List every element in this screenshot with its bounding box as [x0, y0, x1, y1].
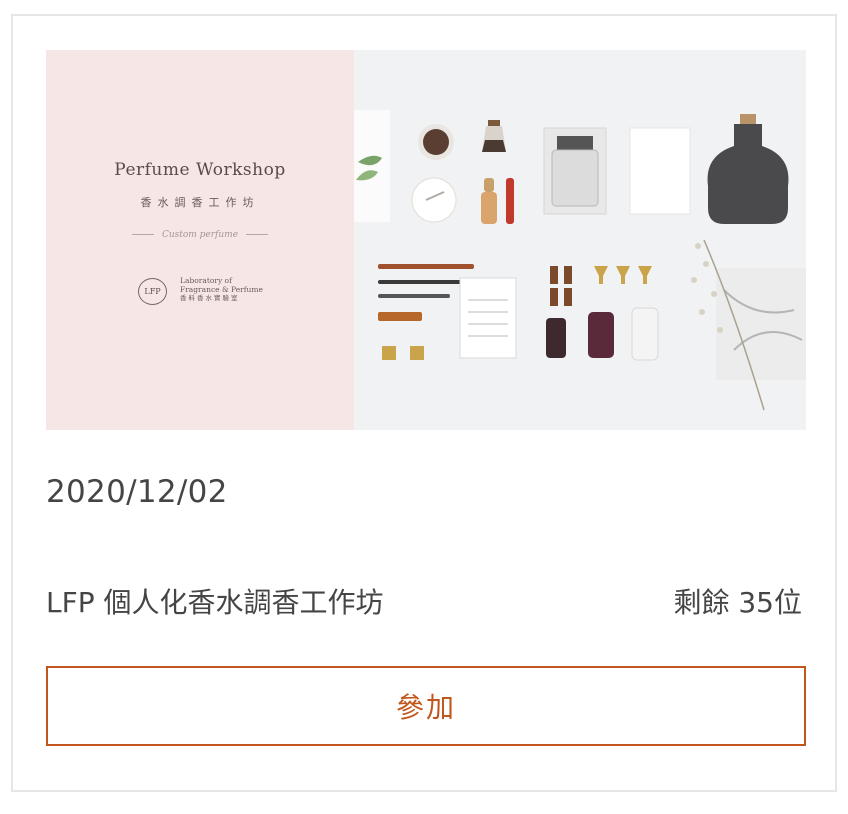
perfume-tools-illustration [354, 110, 806, 411]
lab-line-2: Fragrance & Perfume [180, 285, 263, 294]
banner-photo [354, 50, 806, 430]
event-card: Perfume Workshop 香水調香工作坊 Custom perfume … [11, 14, 837, 792]
banner-tagline: Custom perfume [46, 230, 354, 240]
join-button[interactable]: 參加 [46, 666, 806, 746]
banner-title: Perfume Workshop [114, 160, 286, 180]
lab-line-1: Laboratory of [180, 276, 232, 285]
event-date: 2020/12/02 [46, 474, 228, 510]
banner-title-panel: Perfume Workshop 香水調香工作坊 Custom perfume … [46, 50, 354, 430]
event-banner-image[interactable]: Perfume Workshop 香水調香工作坊 Custom perfume … [46, 50, 806, 430]
lab-line-3: 香料香水實驗室 [180, 294, 240, 302]
event-name: LFP 個人化香水調香工作坊 [46, 586, 384, 619]
remaining-seats: 剩餘 35位 [673, 586, 802, 619]
banner-subtitle: 香水調香工作坊 [140, 196, 260, 209]
lfp-logo: LFP [138, 278, 167, 305]
banner-lab-name: Laboratory of Fragrance & Perfume 香料香水實驗… [180, 276, 263, 303]
